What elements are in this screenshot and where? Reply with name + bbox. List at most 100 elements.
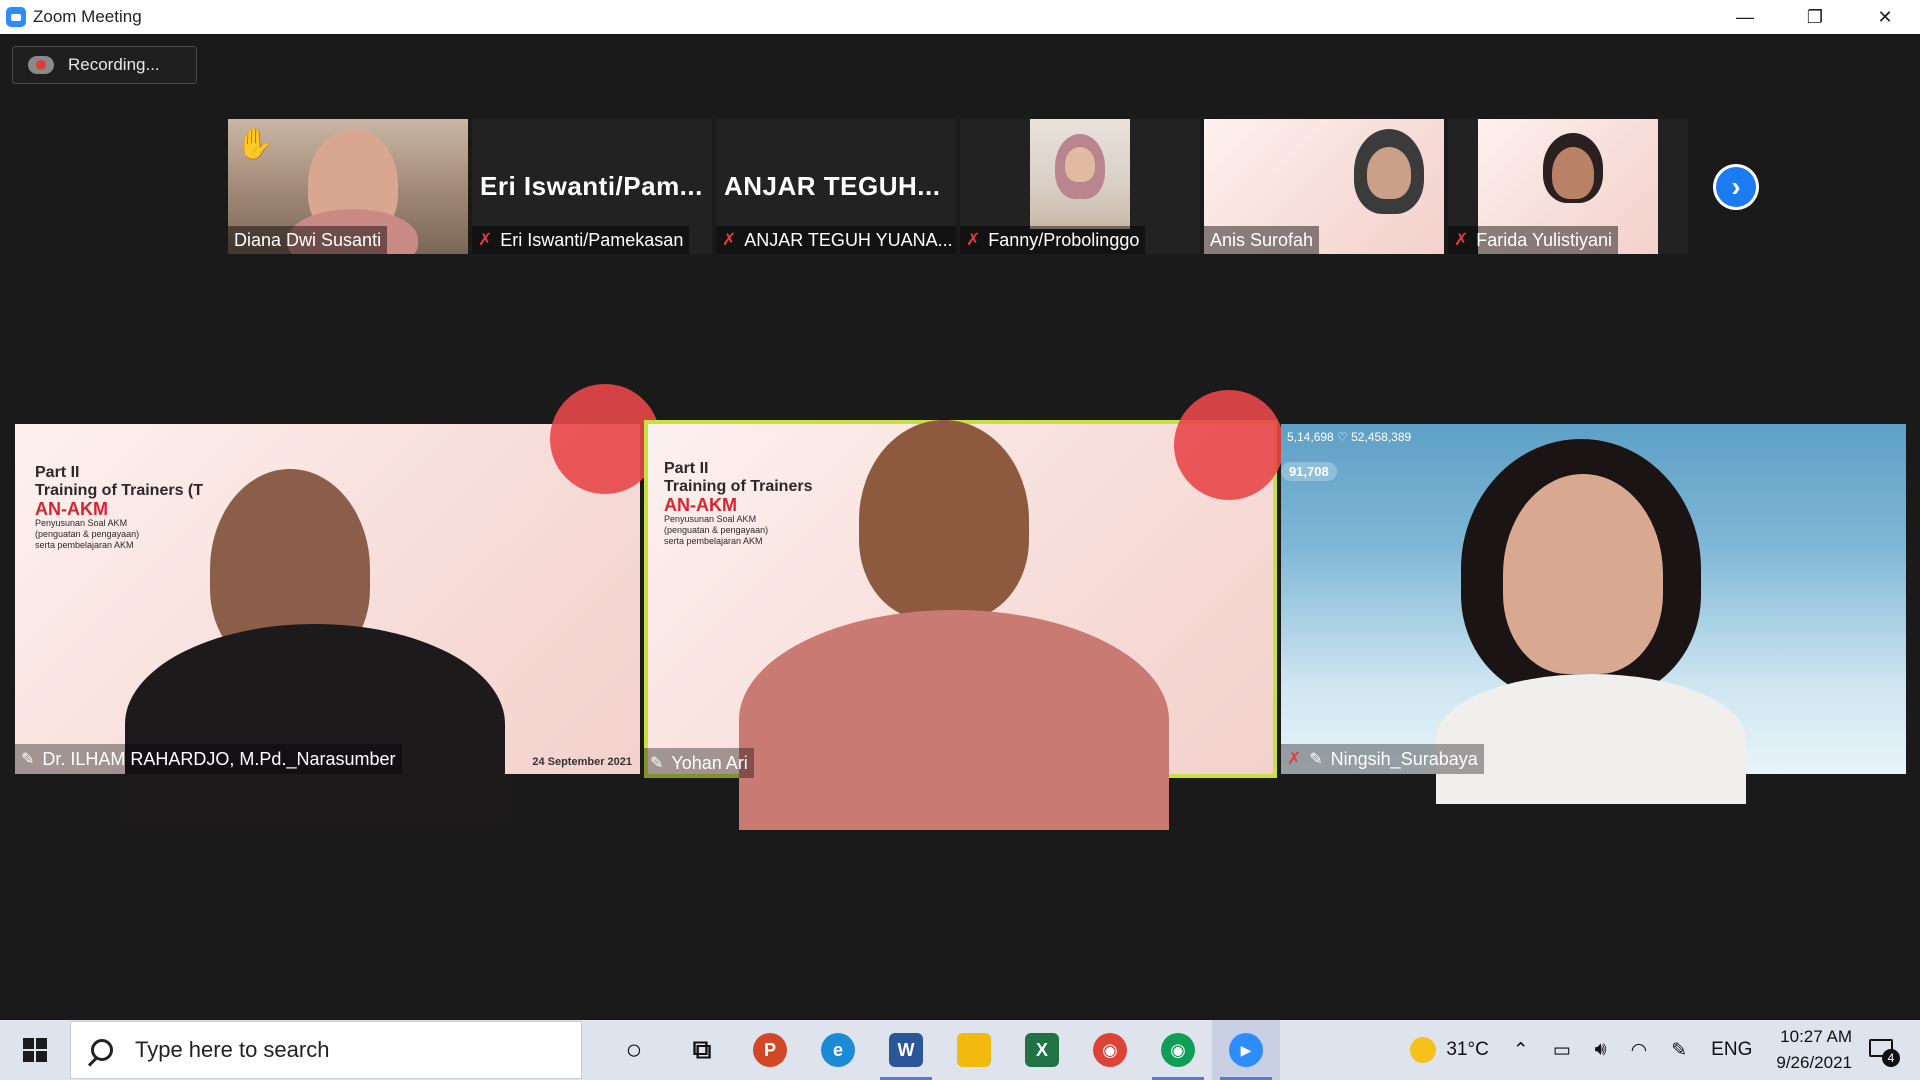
participant-video: [125, 624, 505, 824]
participant-name: ANJAR TEGUH YUANA...: [744, 229, 953, 250]
slide-content: Part II Training of Trainers AN-AKM Peny…: [664, 460, 813, 546]
taskbar-edge[interactable]: e: [804, 1020, 872, 1080]
speaker-video-tile[interactable]: 5,14,698 ♡ 52,458,389 91,708 ✗ ✎ Ningsih…: [1281, 424, 1906, 804]
pen-icon: ✎: [1671, 1039, 1688, 1061]
mic-muted-icon: ✗: [1287, 749, 1302, 768]
tray-clock[interactable]: 10:27 AM 9/26/2021: [1776, 1024, 1852, 1076]
chevron-right-icon: ›: [1716, 167, 1756, 207]
participant-name-label: ✗ ✎ Ningsih_Surabaya: [1281, 744, 1484, 774]
tray-volume[interactable]: 🔊︎: [1595, 1039, 1607, 1061]
wifi-icon: ◠: [1630, 1039, 1648, 1061]
mic-muted-icon: ✗: [478, 230, 493, 249]
tray-network[interactable]: ◠: [1631, 1039, 1648, 1062]
cortana-icon: ○: [625, 1034, 643, 1065]
weather-sun-icon: [1410, 1037, 1437, 1063]
start-button[interactable]: [0, 1020, 70, 1080]
participant-name-label: ✎ Dr. ILHAM RAHARDJO, M.Pd._Narasumber: [15, 744, 402, 774]
notification-center-button[interactable]: 4: [1866, 1033, 1900, 1067]
participant-video: [1030, 119, 1130, 229]
participant-name: Ningsih_Surabaya: [1330, 748, 1478, 769]
windows-logo-icon: [23, 1038, 47, 1062]
participant-name-placeholder: Eri Iswanti/Pam...: [480, 171, 703, 201]
taskbar-excel[interactable]: X: [1008, 1020, 1076, 1080]
participant-thumbnail[interactable]: Eri Iswanti/Pam... ✗ Eri Iswanti/Pamekas…: [472, 119, 712, 254]
participant-name: Yohan Ari: [671, 752, 748, 773]
participant-video: [1367, 147, 1411, 199]
participant-name: Eri Iswanti/Pamekasan: [500, 229, 684, 250]
slide-decoration: [1174, 390, 1284, 500]
mic-muted-icon: ✗: [1454, 230, 1469, 249]
tray-pen[interactable]: ✎: [1671, 1039, 1687, 1062]
slide-date: 24 September 2021: [532, 756, 632, 768]
chevron-up-icon: ⌃: [1512, 1039, 1529, 1061]
raised-hand-icon: ✋: [236, 128, 274, 161]
participant-name: Dr. ILHAM RAHARDJO, M.Pd._Narasumber: [42, 748, 396, 769]
mic-muted-icon: ✗: [722, 230, 737, 249]
participant-name-label: Anis Surofah: [1204, 226, 1320, 254]
tray-language[interactable]: ENG: [1711, 1039, 1752, 1061]
participant-name: Farida Yulistiyani: [1476, 229, 1612, 250]
zoom-app-icon: [6, 7, 26, 27]
window-controls: — ❐ ✕: [1710, 0, 1920, 34]
windows-taskbar: Type here to search ○ ⧉ P e W ▭ X ◉ ◉ ▶ …: [0, 1020, 1920, 1080]
chrome-profile-icon: ◉: [1161, 1033, 1195, 1067]
taskbar-task-view[interactable]: ⧉: [668, 1020, 736, 1080]
window-title-bar: Zoom Meeting — ❐ ✕: [0, 0, 1920, 34]
participant-name-label: ✗ Fanny/Probolinggo: [960, 226, 1146, 254]
pin-icon: ✎: [650, 755, 664, 772]
folder-icon: ▭: [957, 1033, 991, 1067]
participant-name: Diana Dwi Susanti: [234, 229, 382, 250]
tray-battery[interactable]: ▭: [1553, 1039, 1571, 1062]
participant-name: Fanny/Probolinggo: [988, 229, 1140, 250]
task-view-icon: ⧉: [692, 1034, 712, 1064]
recording-label: Recording...: [68, 55, 160, 74]
edge-icon: e: [821, 1033, 855, 1067]
taskbar-apps: ○ ⧉ P e W ▭ X ◉ ◉ ▶: [600, 1020, 1280, 1080]
participant-name-label: ✗ ANJAR TEGUH YUANA...: [716, 226, 956, 254]
language-indicator: ENG: [1711, 1039, 1753, 1060]
taskbar-zoom[interactable]: ▶: [1212, 1020, 1280, 1080]
chrome-icon: ◉: [1093, 1033, 1127, 1067]
window-title: Zoom Meeting: [33, 7, 142, 26]
system-tray: 31°C ⌃ ▭ 🔊︎ ◠ ✎ ENG 10:27 AM 9/26/2021 4: [1398, 1020, 1920, 1080]
taskbar-file-explorer[interactable]: ▭: [940, 1020, 1008, 1080]
participant-thumbnail[interactable]: ANJAR TEGUH... ✗ ANJAR TEGUH YUANA...: [716, 119, 956, 254]
clock-time: 10:27 AM: [1780, 1027, 1852, 1046]
tray-overflow-button[interactable]: ⌃: [1513, 1039, 1529, 1062]
participant-thumbnail[interactable]: ✗ Fanny/Probolinggo: [960, 119, 1200, 254]
minimize-button[interactable]: —: [1710, 0, 1780, 34]
participant-thumbnail[interactable]: ✋ Diana Dwi Susanti: [228, 119, 468, 254]
participant-video: [739, 610, 1169, 830]
next-page-button[interactable]: ›: [1713, 164, 1759, 210]
close-button[interactable]: ✕: [1850, 0, 1920, 34]
participant-thumbnail-strip: ✋ Diana Dwi Susanti Eri Iswanti/Pam... ✗…: [228, 119, 1688, 254]
speaker-video-tile[interactable]: Part II Training of Trainers (T AN-AKM P…: [15, 384, 660, 824]
search-icon: [91, 1039, 113, 1061]
taskbar-search-box[interactable]: Type here to search: [70, 1021, 582, 1079]
taskbar-chrome[interactable]: ◉: [1076, 1020, 1144, 1080]
participant-thumbnail[interactable]: Anis Surofah: [1204, 119, 1444, 254]
notification-count: 4: [1882, 1049, 1900, 1067]
taskbar-powerpoint[interactable]: P: [736, 1020, 804, 1080]
recording-cloud-icon: [28, 56, 54, 74]
participant-thumbnail[interactable]: ✗ Farida Yulistiyani: [1448, 119, 1688, 254]
pin-icon: ✎: [1309, 751, 1323, 768]
taskbar-chrome-profile[interactable]: ◉: [1144, 1020, 1212, 1080]
participant-name-label: ✎ Yohan Ari: [644, 748, 754, 778]
zoom-icon: ▶: [1229, 1033, 1263, 1067]
mic-muted-icon: ✗: [966, 230, 981, 249]
participant-name-label: ✗ Eri Iswanti/Pamekasan: [472, 226, 690, 254]
active-speaker-video-tile[interactable]: Part II Training of Trainers AN-AKM Peny…: [644, 390, 1284, 830]
taskbar-word[interactable]: W: [872, 1020, 940, 1080]
restore-button[interactable]: ❐: [1780, 0, 1850, 34]
battery-icon: ▭: [1552, 1039, 1571, 1061]
weather-temp: 31°C: [1446, 1039, 1489, 1060]
slide-content: Part II Training of Trainers (T AN-AKM P…: [35, 464, 204, 550]
word-icon: W: [889, 1033, 923, 1067]
participant-video: [1436, 674, 1746, 804]
weather-widget[interactable]: 31°C: [1410, 1037, 1489, 1063]
participant-video: [859, 420, 1029, 620]
taskbar-cortana[interactable]: ○: [600, 1020, 668, 1080]
participant-video: [1503, 474, 1663, 674]
recording-indicator[interactable]: Recording...: [12, 46, 197, 84]
